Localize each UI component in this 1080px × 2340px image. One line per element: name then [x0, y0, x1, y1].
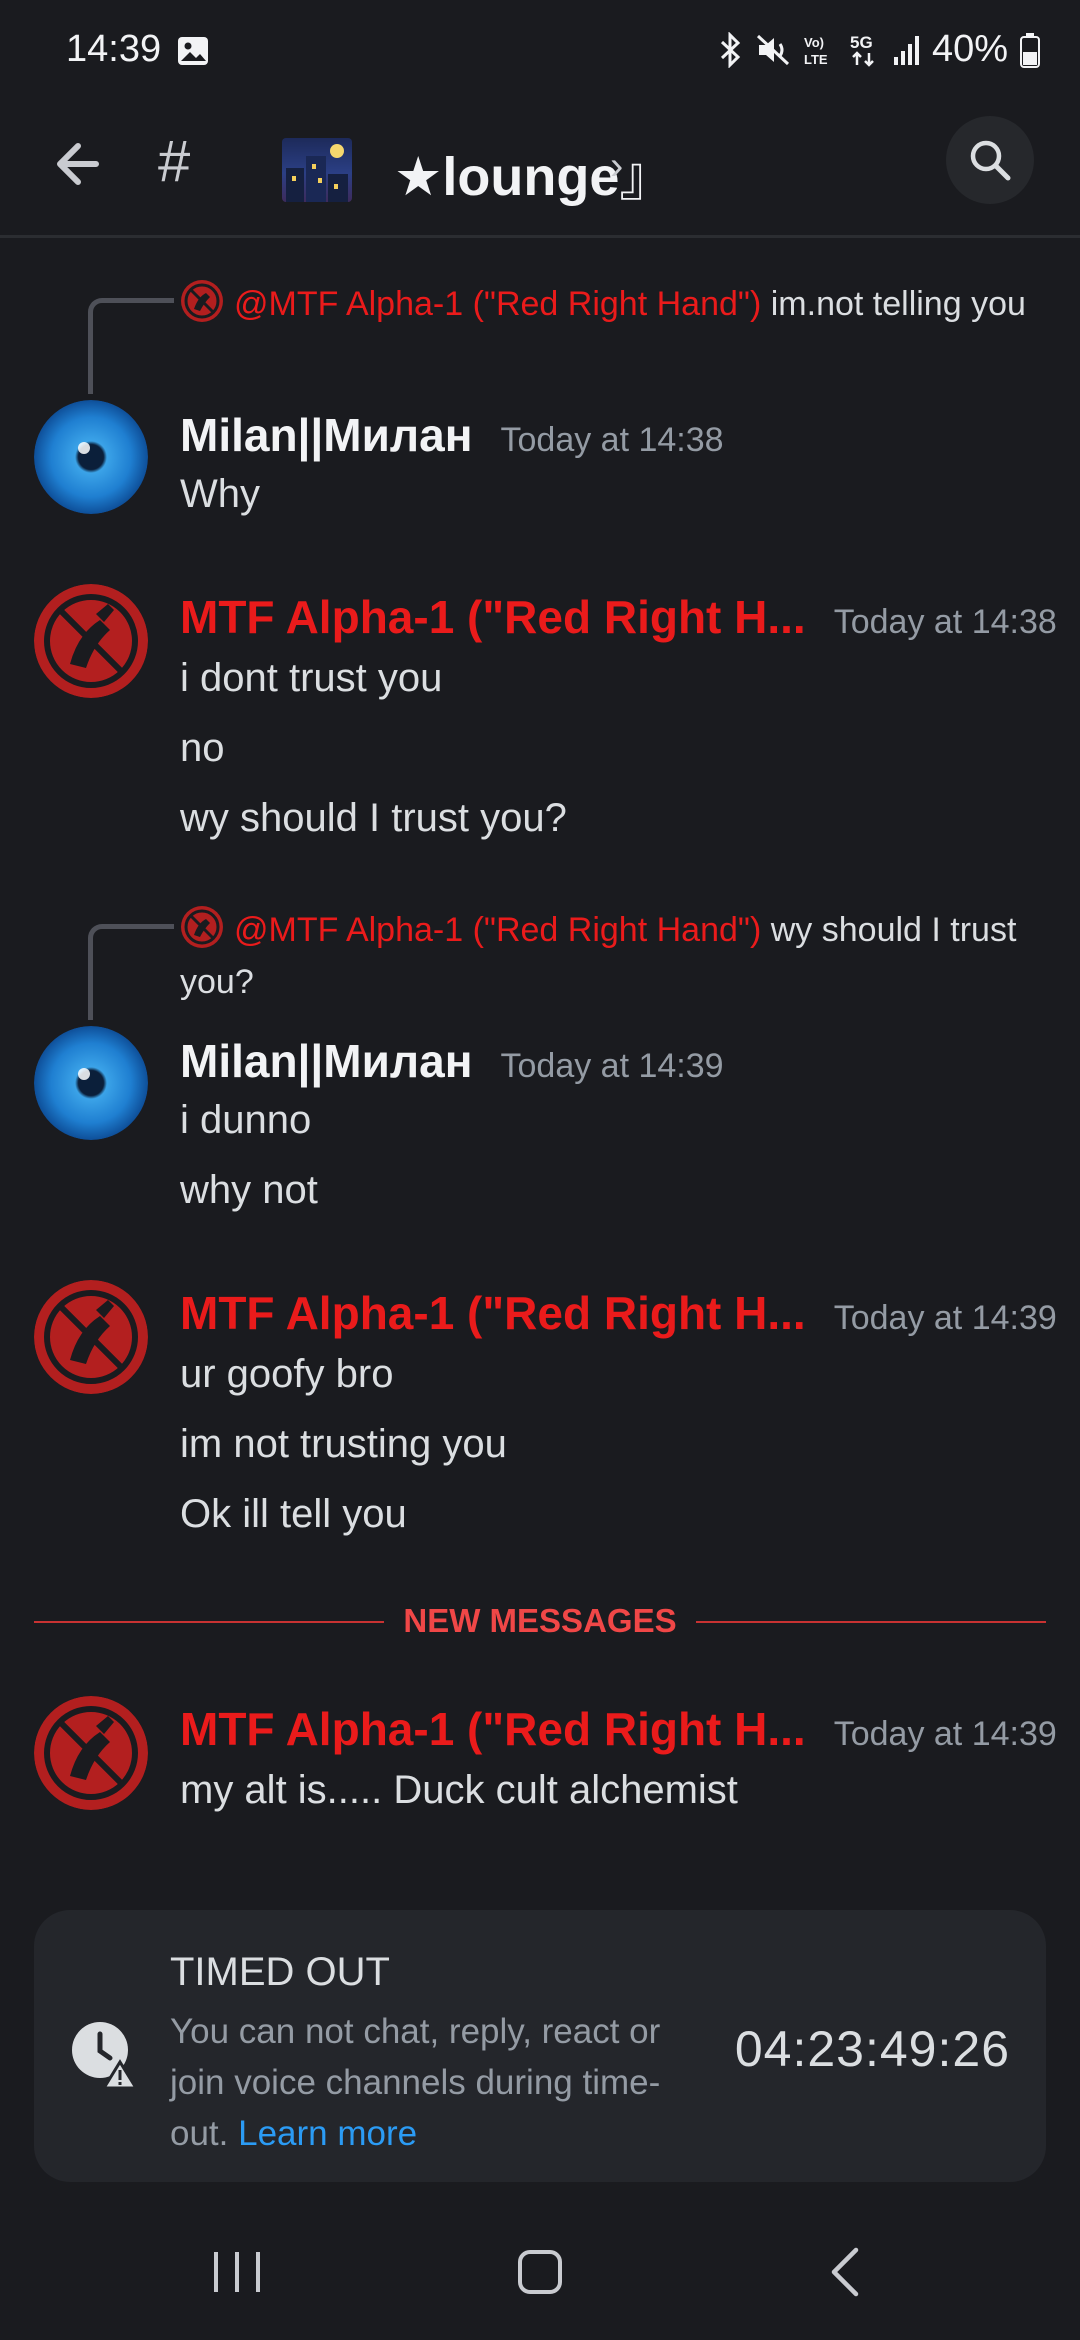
message-line[interactable]: why not: [180, 1168, 318, 1213]
5g-icon: 5G: [850, 33, 874, 67]
bluetooth-icon: [720, 31, 741, 68]
home-button[interactable]: [518, 2250, 562, 2294]
image-icon: [178, 37, 208, 65]
timestamp: Today at 14:38: [500, 421, 724, 459]
blue-eye-avatar-icon: [34, 1026, 148, 1140]
reply-preview[interactable]: @MTF Alpha-1 ("Red Right Hand") wy shoul…: [180, 904, 1040, 1008]
message-line[interactable]: Why: [180, 472, 260, 517]
message-header: Milan||Милан Today at 14:38: [180, 408, 724, 462]
message-line[interactable]: im not trusting you: [180, 1422, 507, 1467]
message-line[interactable]: no: [180, 726, 225, 771]
back-arrow-icon[interactable]: [48, 132, 112, 196]
mtf-mini-avatar-icon: [181, 906, 223, 948]
search-button[interactable]: [946, 116, 1034, 204]
timeout-description: You can not chat, reply, react or join v…: [170, 2006, 690, 2159]
message-line[interactable]: Ok ill tell you: [180, 1492, 407, 1537]
reply-preview[interactable]: @MTF Alpha-1 ("Red Right Hand") im.not t…: [180, 278, 1040, 330]
avatar[interactable]: [34, 584, 148, 698]
discord-channel-screen: 14:39 Vo)LTE 5G 40% # 『★lounge』: [0, 0, 1080, 2340]
clock-warning-icon: [72, 2022, 139, 2090]
avatar[interactable]: [34, 1696, 148, 1810]
battery-percent: 40%: [931, 28, 1008, 70]
svg-text:Vo): Vo): [804, 35, 824, 50]
reply-connector: [88, 298, 174, 394]
timestamp: Today at 14:39: [833, 1715, 1057, 1753]
reply-mention[interactable]: @MTF Alpha-1 ("Red Right Hand"): [234, 285, 761, 323]
reply-connector: [88, 924, 174, 1020]
author-name[interactable]: Milan||Милан: [180, 1034, 473, 1088]
message-header: Milan||Милан Today at 14:39: [180, 1034, 724, 1088]
status-icons: Vo) LTE 5G 40%: [718, 28, 1040, 71]
chevron-right-icon[interactable]: ›: [610, 144, 623, 189]
avatar[interactable]: [34, 1280, 148, 1394]
author-name[interactable]: MTF Alpha-1 ("Red Right H...: [180, 1702, 806, 1756]
avatar[interactable]: [34, 1026, 148, 1140]
status-time: 14:39: [66, 28, 162, 70]
city-night-emoji: [282, 138, 352, 202]
message-line[interactable]: ur goofy bro: [180, 1352, 393, 1397]
message-line[interactable]: i dunno: [180, 1098, 311, 1143]
mtf-avatar-icon: [34, 1696, 148, 1810]
timeout-countdown: 04:23:49:26: [734, 2021, 1010, 2077]
timestamp: Today at 14:38: [833, 603, 1057, 641]
message-line[interactable]: wy should I trust you?: [180, 796, 567, 841]
message-header: MTF Alpha-1 ("Red Right H... Today at 14…: [180, 1286, 1057, 1340]
channel-name-text: ★lounge: [394, 147, 620, 207]
mtf-avatar-icon: [34, 584, 148, 698]
blue-eye-avatar-icon: [34, 400, 148, 514]
timestamp: Today at 14:39: [500, 1047, 724, 1085]
mute-icon: [756, 34, 789, 65]
battery-icon: [1020, 32, 1040, 68]
system-nav-bar: [0, 2200, 1080, 2340]
volte-icon: Vo) LTE: [804, 35, 828, 67]
message-line[interactable]: i dont trust you: [180, 656, 442, 701]
search-icon: [970, 140, 1011, 181]
new-messages-divider: NEW MESSAGES: [34, 1602, 1046, 1642]
reply-mention[interactable]: @MTF Alpha-1 ("Red Right Hand"): [234, 911, 761, 949]
channel-bracket-close: 』: [619, 147, 674, 207]
channel-hash-icon: #: [158, 129, 191, 194]
author-name[interactable]: MTF Alpha-1 ("Red Right H...: [180, 1286, 806, 1340]
timeout-notice: TIMED OUT You can not chat, reply, react…: [34, 1910, 1046, 2182]
message-header: MTF Alpha-1 ("Red Right H... Today at 14…: [180, 590, 1057, 644]
avatar[interactable]: [34, 400, 148, 514]
author-name[interactable]: Milan||Милан: [180, 408, 473, 462]
channel-header: # 『★lounge』 ›: [0, 108, 1080, 238]
svg-text:LTE: LTE: [804, 52, 828, 67]
timeout-title: TIMED OUT: [170, 1950, 390, 1994]
svg-text:5G: 5G: [850, 33, 873, 52]
message-line[interactable]: my alt is..... Duck cult alchemist: [180, 1768, 738, 1813]
system-back-icon[interactable]: [826, 2244, 862, 2300]
timestamp: Today at 14:39: [833, 1299, 1057, 1337]
mtf-mini-avatar-icon: [181, 280, 223, 322]
message-header: MTF Alpha-1 ("Red Right H... Today at 14…: [180, 1702, 1057, 1756]
recents-button[interactable]: [214, 2252, 260, 2292]
status-bar: 14:39 Vo) LTE 5G 40%: [0, 0, 1080, 100]
learn-more-link[interactable]: Learn more: [238, 2114, 417, 2153]
author-name[interactable]: MTF Alpha-1 ("Red Right H...: [180, 590, 806, 644]
signal-icon: [893, 35, 919, 65]
reply-text: im.not telling you: [770, 285, 1026, 323]
mtf-avatar-icon: [34, 1280, 148, 1394]
